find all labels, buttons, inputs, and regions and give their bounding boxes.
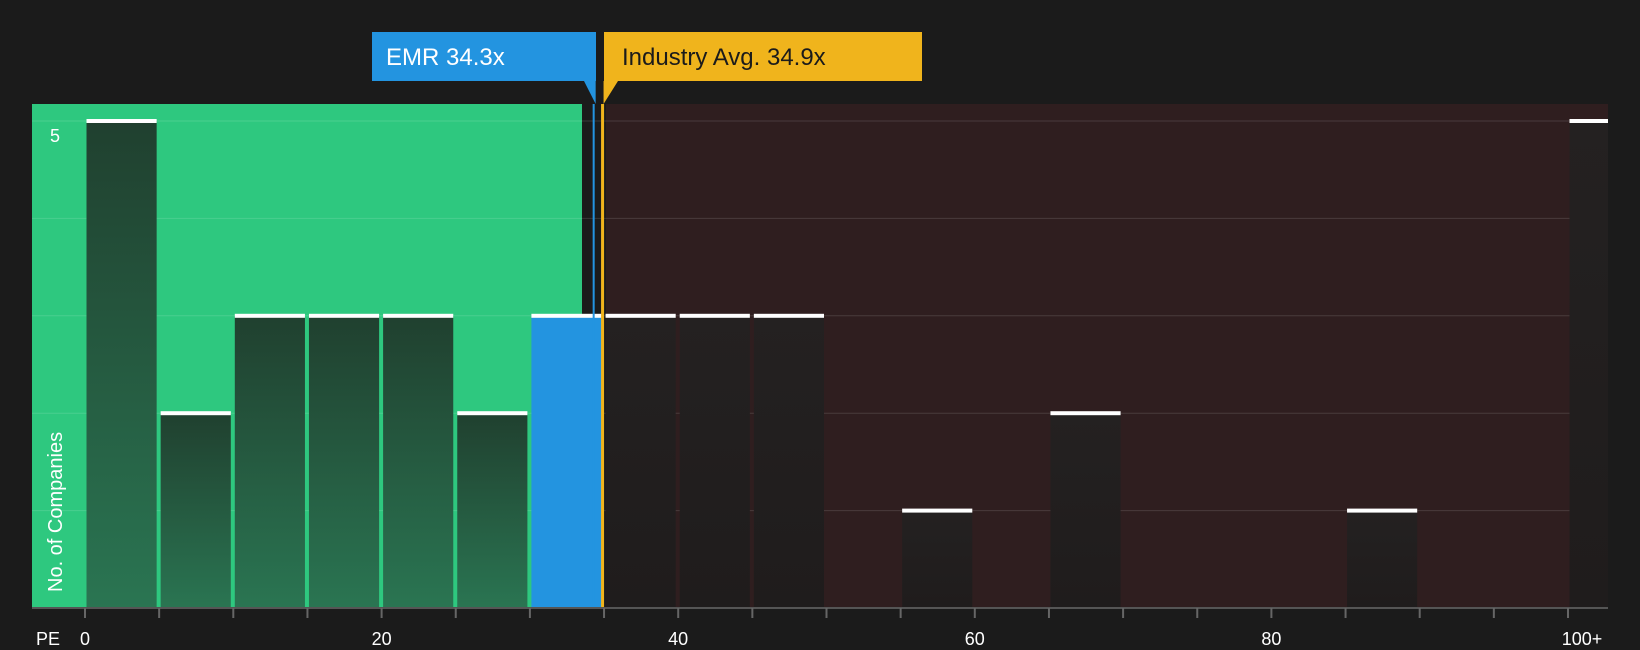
histogram-bar (1347, 510, 1418, 608)
bar-cap (753, 313, 824, 318)
bar-cap (160, 411, 231, 416)
x-tick-label: 20 (372, 629, 392, 649)
histogram-bar (679, 315, 750, 608)
histogram-bar (1050, 413, 1121, 608)
bar-cap (679, 313, 750, 318)
histogram-bar (308, 315, 380, 608)
histogram-bar (1569, 121, 1608, 608)
x-tick-label: 80 (1261, 629, 1281, 649)
y-tick-label: 5 (50, 126, 60, 146)
y-axis-label: No. of Companies (45, 432, 67, 592)
bar-cap (531, 313, 602, 318)
histogram-bar (457, 413, 528, 608)
x-tick-label: 60 (965, 629, 985, 649)
histogram-bar (902, 510, 973, 608)
bar-cap (308, 313, 380, 318)
x-axis-label: PE (36, 629, 60, 649)
pe-ratio-histogram: EMR 34.3x Industry Avg. 34.9x 0 20 40 60 80 10… (32, 32, 1608, 649)
x-tick-label: 100+ (1562, 629, 1603, 649)
x-tick-label: 0 (80, 629, 90, 649)
histogram-bar (160, 413, 231, 608)
histogram-bar (605, 315, 676, 608)
bar-cap (605, 313, 676, 318)
x-tick-label: 40 (668, 629, 688, 649)
bar-cap (86, 119, 157, 123)
bar-cap (234, 313, 305, 318)
histogram-bar (531, 315, 602, 608)
bar-cap (1050, 411, 1121, 416)
industry-callout-label: Industry Avg. 34.9x (622, 44, 826, 71)
histogram-bar (86, 121, 157, 608)
histogram-bar (234, 315, 305, 608)
bar-cap (457, 411, 528, 416)
histogram-bar (753, 315, 824, 608)
bar-cap (902, 508, 973, 513)
histogram-bar (383, 315, 454, 608)
bar-cap (383, 313, 454, 318)
bar-cap (1569, 119, 1608, 123)
emr-callout-label: EMR 34.3x (386, 44, 505, 71)
bar-cap (1347, 508, 1418, 513)
